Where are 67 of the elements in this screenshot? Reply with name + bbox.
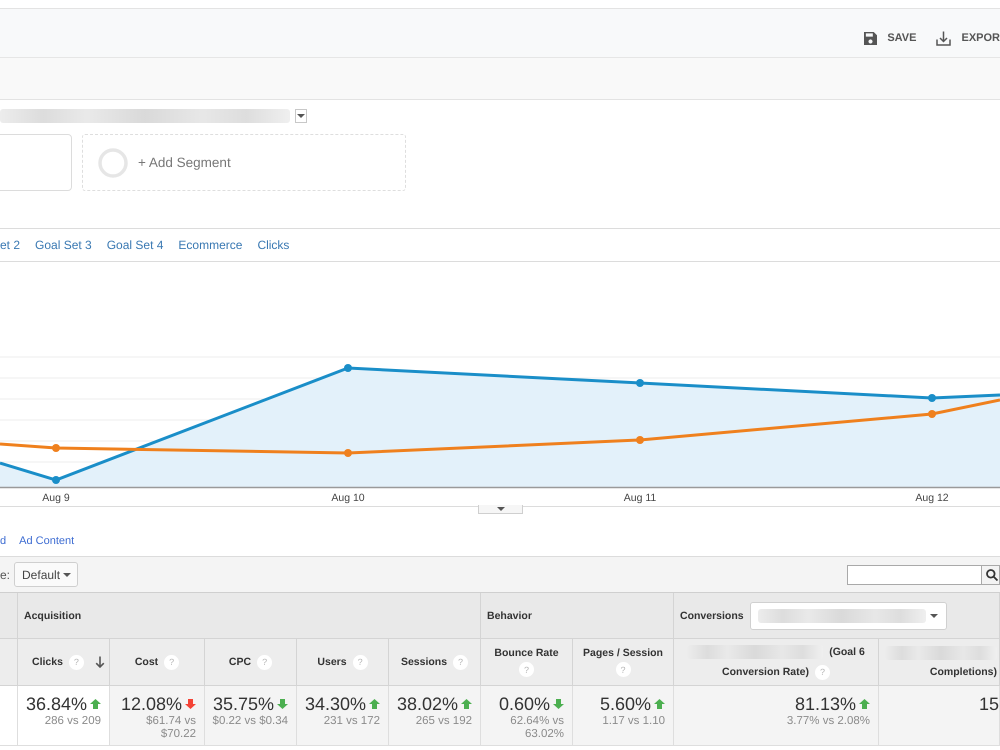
group-label: Behavior xyxy=(487,610,532,622)
metric-value: 81.13% xyxy=(794,693,856,715)
caret-icon xyxy=(930,614,938,618)
sort-type-label: e: xyxy=(0,568,10,582)
data-point[interactable] xyxy=(344,364,352,372)
dropdown-button[interactable] xyxy=(295,109,307,123)
add-segment-button[interactable]: + Add Segment xyxy=(82,134,406,191)
metric-value: 38.02% xyxy=(396,693,458,715)
comparison-text: 231 vs 172 xyxy=(324,715,380,728)
data-point[interactable] xyxy=(344,449,352,457)
metric-value: 34.30% xyxy=(304,693,366,715)
explorer-tab[interactable]: Goal Set 4 xyxy=(106,238,164,252)
dimension-link[interactable]: d xyxy=(0,535,6,547)
comparison-text: 265 vs 192 xyxy=(416,715,472,728)
explorer-tab[interactable]: Ecommerce xyxy=(178,238,242,252)
comparison-text: $61.74 vs $70.22 xyxy=(145,715,196,741)
axis-label: Aug 12 xyxy=(915,492,949,504)
metric-value: 12.08% xyxy=(120,693,182,715)
metric-value: 5.60% xyxy=(600,693,651,715)
export-button[interactable]: EXPOR xyxy=(936,30,1000,46)
save-icon xyxy=(864,32,878,44)
column-label[interactable]: CPC xyxy=(228,656,252,668)
data-point[interactable] xyxy=(636,379,644,387)
data-point[interactable] xyxy=(928,394,936,402)
column-label[interactable]: Completions) xyxy=(930,666,997,678)
data-point[interactable] xyxy=(52,444,60,452)
search-icon xyxy=(986,568,998,580)
column-label[interactable]: Bounce Rate xyxy=(494,647,559,659)
comparison-text: $0.22 vs $0.34 xyxy=(212,715,288,728)
explorer-tab[interactable]: Goal Set 3 xyxy=(35,238,92,252)
axis-label: Aug 9 xyxy=(42,492,70,504)
save-button[interactable]: SAVE xyxy=(864,32,916,44)
comparison-text: 3.77% vs 2.08% xyxy=(786,715,870,728)
group-label: Conversions xyxy=(680,610,744,622)
search-field[interactable] xyxy=(847,564,982,584)
data-point[interactable] xyxy=(928,410,936,418)
comparison-text: 62.64% vs 63.02% xyxy=(509,715,564,741)
metric-value: 35.75% xyxy=(212,693,274,715)
ring-icon xyxy=(98,148,128,178)
metric-value: 36.84% xyxy=(26,693,87,715)
column-label[interactable]: Users xyxy=(317,656,347,668)
sort-type-dropdown[interactable]: Default xyxy=(14,562,78,587)
column-label[interactable]: Sessions xyxy=(400,656,448,668)
column-label[interactable]: Cost xyxy=(134,656,158,668)
column-label[interactable]: (Goal 6 xyxy=(829,646,865,658)
column-label[interactable]: Clicks xyxy=(32,656,63,668)
comparison-text: 286 vs 209 xyxy=(44,715,101,728)
collapse-handle[interactable] xyxy=(478,505,523,514)
axis-label: Aug 11 xyxy=(624,492,656,504)
explorer-tab[interactable]: Clicks xyxy=(257,238,290,252)
data-point[interactable] xyxy=(636,436,644,444)
dimension-link[interactable]: Ad Content xyxy=(19,535,74,547)
data-point[interactable] xyxy=(52,476,60,484)
column-label[interactable]: Conversion Rate) xyxy=(722,666,809,678)
sort-arrow-icon[interactable] xyxy=(95,656,105,668)
search-button[interactable] xyxy=(982,564,1000,584)
metric-value: 0.60% xyxy=(498,693,550,715)
axis-label: Aug 10 xyxy=(331,492,365,504)
metric-value: 15 xyxy=(978,693,999,715)
group-label: Acquisition xyxy=(24,610,82,622)
caret-icon xyxy=(297,114,305,118)
explorer-tab[interactable]: et 2 xyxy=(0,238,20,252)
caret-icon xyxy=(63,572,72,576)
column-label[interactable]: Pages / Session xyxy=(583,647,663,659)
comparison-text: 1.17 vs 1.10 xyxy=(602,715,665,728)
caret-icon xyxy=(496,507,504,511)
download-icon xyxy=(936,30,952,46)
